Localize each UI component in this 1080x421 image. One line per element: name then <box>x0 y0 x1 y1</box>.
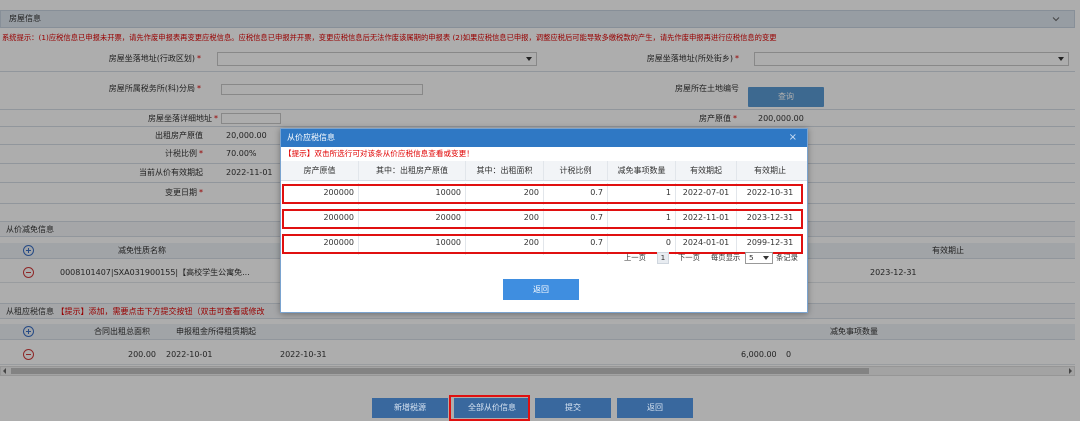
row2-highlight <box>282 209 803 229</box>
col-reduce-count: 减免事项数量 <box>608 161 676 180</box>
col-rented-original: 其中：出租房产原值 <box>359 161 466 180</box>
col-rented-area: 其中：出租面积 <box>466 161 544 180</box>
dialog-tip: 【提示】双击所选行可对该条从价应税信息查看或变更！ <box>284 149 474 158</box>
next-page-link[interactable]: 下一页 <box>678 250 700 266</box>
table-row[interactable]: 200000 20000 200 0.7 1 2022-11-01 2023-1… <box>281 208 807 230</box>
back-button[interactable]: 返回 <box>617 398 693 418</box>
per-page-unit: 条记录 <box>776 253 798 262</box>
pagination: 上一页 1 下一页 每页显示 5 条记录 <box>281 250 807 266</box>
col-ratio: 计税比例 <box>544 161 608 180</box>
table-row[interactable]: 200000 10000 200 0.7 1 2022-07-01 2022-1… <box>281 183 807 205</box>
submit-button[interactable]: 提交 <box>535 398 611 418</box>
per-page-value: 5 <box>749 253 754 262</box>
prev-page-link[interactable]: 上一页 <box>624 250 646 266</box>
close-icon[interactable]: × <box>789 129 797 147</box>
per-page-label: 每页显示 <box>711 253 741 262</box>
current-page[interactable]: 1 <box>657 252 669 264</box>
table-header: 房产原值 其中：出租房产原值 其中：出租面积 计税比例 减免事项数量 有效期起 … <box>281 161 807 181</box>
row1-highlight <box>282 184 803 204</box>
col-start: 有效期起 <box>676 161 737 180</box>
col-original-value: 房产原值 <box>281 161 359 180</box>
dialog-header: 从价应税信息 × <box>281 129 807 147</box>
col-end: 有效期止 <box>754 166 786 175</box>
dialog-back-button[interactable]: 返回 <box>503 279 579 300</box>
add-source-button[interactable]: 新增税源 <box>372 398 448 418</box>
price-tax-dialog: 从价应税信息 × 【提示】双击所选行可对该条从价应税信息查看或变更！ 房产原值 … <box>280 128 808 313</box>
per-page-select[interactable]: 5 <box>745 252 773 264</box>
dialog-title: 从价应税信息 <box>287 133 335 142</box>
all-price-info-highlight <box>449 395 530 421</box>
